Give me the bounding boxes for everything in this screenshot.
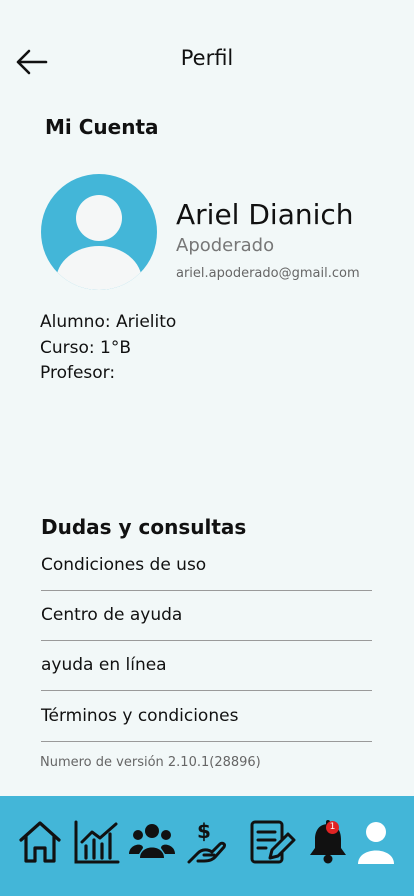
nav-payments[interactable]: $ — [186, 818, 234, 866]
users-icon — [129, 824, 175, 858]
terms-and-conditions-link[interactable]: Términos y condiciones — [41, 693, 372, 742]
link-label: Centro de ayuda — [41, 605, 183, 625]
nav-stats[interactable] — [72, 818, 120, 866]
avatar-head — [76, 195, 122, 241]
avatar — [41, 174, 157, 290]
online-help-link[interactable]: ayuda en línea — [41, 642, 372, 691]
nav-profile[interactable] — [352, 818, 400, 866]
svg-text:$: $ — [197, 819, 211, 843]
link-label: ayuda en línea — [41, 655, 167, 675]
nav-home[interactable] — [16, 818, 64, 866]
nav-community[interactable] — [128, 818, 176, 866]
avatar-shoulders — [56, 246, 142, 290]
user-name: Ariel Dianich — [176, 198, 354, 231]
course-info: Curso: 1°B — [40, 338, 132, 358]
version-text: Numero de versión 2.10.1(28896) — [40, 755, 261, 770]
user-icon — [358, 822, 394, 864]
account-section-title: Mi Cuenta — [45, 115, 159, 139]
top-bar: Perfil — [0, 0, 414, 120]
nav-notifications[interactable]: 1 — [304, 818, 352, 866]
help-center-link[interactable]: Centro de ayuda — [41, 592, 372, 641]
edit-document-icon — [250, 820, 296, 864]
nav-reports[interactable] — [248, 818, 296, 866]
user-email: ariel.apoderado@gmail.com — [176, 266, 360, 281]
bar-chart-icon — [74, 820, 120, 864]
terms-of-use-link[interactable]: Condiciones de uso — [41, 542, 372, 591]
user-role: Apoderado — [176, 235, 275, 256]
link-label: Condiciones de uso — [41, 555, 207, 575]
student-info: Alumno: Arielito — [40, 312, 177, 332]
home-icon — [19, 821, 61, 863]
payment-hand-icon: $ — [187, 819, 226, 864]
bottom-nav: $ 1 — [0, 796, 414, 896]
notification-badge: 1 — [326, 821, 339, 834]
link-label: Términos y condiciones — [41, 706, 239, 726]
help-section-title: Dudas y consultas — [41, 515, 247, 539]
teacher-info: Profesor: — [40, 363, 116, 383]
page-title: Perfil — [180, 46, 234, 70]
